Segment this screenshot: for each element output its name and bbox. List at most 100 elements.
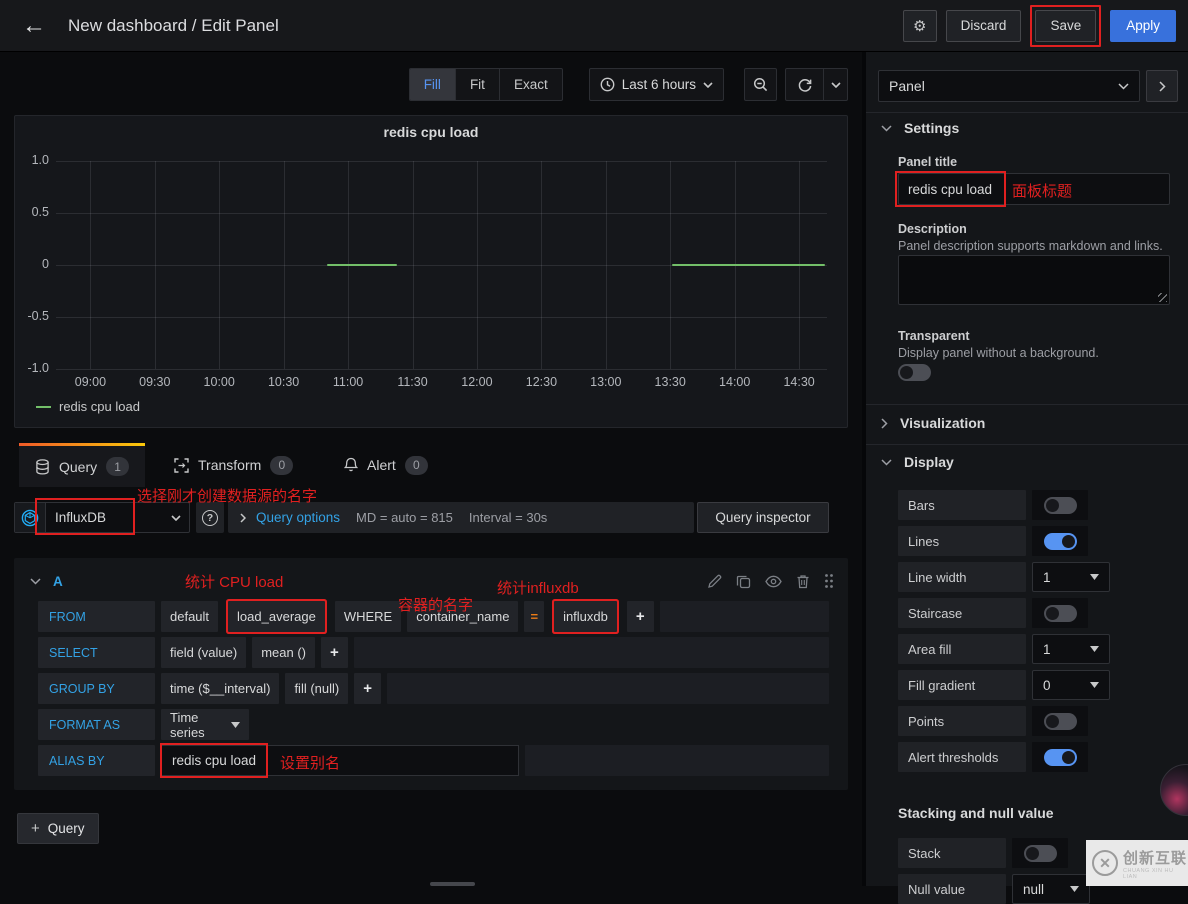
groupby-fill[interactable]: fill (null) — [285, 673, 349, 704]
chevron-down-icon — [171, 514, 181, 521]
max-data-points-info: MD = auto = 815 — [356, 510, 453, 525]
y-axis-tick: -0.5 — [27, 309, 49, 323]
groupby-time[interactable]: time ($__interval) — [161, 673, 280, 704]
lines-toggle[interactable] — [1032, 526, 1088, 556]
zoom-out-button[interactable] — [744, 68, 777, 101]
copy-icon[interactable] — [736, 574, 751, 589]
query-inspector-button[interactable]: Query inspector — [697, 502, 829, 533]
groupby-label[interactable]: GROUP BY — [38, 673, 155, 704]
from-policy[interactable]: default — [161, 601, 219, 632]
add-query-button[interactable]: + Query — [17, 813, 99, 844]
where-operator[interactable]: = — [524, 601, 545, 632]
bars-toggle[interactable] — [1032, 490, 1088, 520]
query-a-header: A — [30, 568, 834, 594]
select-label[interactable]: SELECT — [38, 637, 155, 668]
influxdb-logo-icon — [15, 503, 46, 532]
where-keyword[interactable]: WHERE — [334, 601, 402, 632]
mode-fill[interactable]: Fill — [409, 69, 456, 100]
add-query-label: Query — [47, 821, 85, 836]
annotation-cpu-hint: 统计 CPU load — [185, 574, 284, 591]
mode-exact[interactable]: Exact — [500, 69, 562, 100]
transparent-toggle[interactable] — [898, 364, 931, 381]
points-toggle[interactable] — [1032, 706, 1088, 736]
chart-legend: redis cpu load — [36, 399, 140, 414]
formatas-label[interactable]: FORMAT AS — [38, 709, 155, 740]
resize-grip-icon[interactable] — [1158, 293, 1167, 302]
x-axis-tick: 12:30 — [525, 375, 558, 389]
option-row-points: Points — [898, 706, 1170, 736]
null-value-value: null — [1023, 881, 1045, 897]
section-display-title: Display — [904, 454, 954, 470]
area-fill-select[interactable]: 1 — [1032, 634, 1110, 664]
line-width-select[interactable]: 1 — [1032, 562, 1110, 592]
from-label[interactable]: FROM — [38, 601, 155, 632]
eye-icon[interactable] — [765, 575, 782, 588]
tab-query[interactable]: Query 1 — [19, 443, 146, 487]
panel-title-value: redis cpu load — [908, 181, 993, 197]
query-ref-label[interactable]: A — [53, 574, 63, 589]
select-add-button[interactable]: + — [321, 637, 348, 668]
query-options-bar: Query options MD = auto = 815 Interval =… — [228, 502, 694, 533]
mode-fit[interactable]: Fit — [456, 69, 500, 100]
format-as-select[interactable]: Time series — [161, 709, 249, 740]
fill-gradient-select[interactable]: 0 — [1032, 670, 1110, 700]
select-field[interactable]: field (value) — [161, 637, 247, 668]
where-tag-value[interactable]: influxdb — [554, 601, 617, 632]
chevron-down-icon[interactable] — [30, 577, 41, 585]
panel-type-select[interactable]: Panel — [878, 70, 1140, 102]
drag-handle-icon[interactable] — [824, 573, 834, 589]
select-function[interactable]: mean () — [252, 637, 315, 668]
chevron-down-icon — [1118, 82, 1129, 90]
alias-input[interactable]: redis cpu load 设置别名 — [160, 743, 519, 778]
tab-alert[interactable]: Alert 0 — [328, 443, 444, 487]
section-settings[interactable]: Settings — [881, 120, 959, 136]
tab-transform[interactable]: Transform 0 — [158, 443, 309, 487]
points-label: Points — [898, 706, 1026, 736]
staircase-toggle[interactable] — [1032, 598, 1088, 628]
x-axis-tick: 10:00 — [203, 375, 235, 389]
bars-label: Bars — [898, 490, 1026, 520]
chart-title: redis cpu load — [383, 124, 479, 140]
description-textarea[interactable] — [898, 255, 1170, 305]
horizontal-scrollbar-thumb[interactable] — [430, 882, 475, 886]
refresh-button[interactable] — [786, 69, 824, 100]
apply-button[interactable]: Apply — [1110, 9, 1176, 42]
time-range-picker[interactable]: Last 6 hours — [588, 68, 724, 101]
dashboard-settings-button[interactable]: ⚙ — [902, 9, 937, 42]
from-measurement[interactable]: load_average — [228, 601, 325, 632]
trash-icon[interactable] — [796, 574, 810, 589]
time-range-label: Last 6 hours — [621, 77, 696, 92]
null-value-select[interactable]: null — [1012, 874, 1090, 904]
edit-pencil-icon[interactable] — [707, 574, 722, 589]
chart-plot[interactable]: 09:00 09:30 10:00 10:30 11:00 11:30 12:00 12:30… — [27, 153, 827, 389]
back-arrow-icon[interactable]: ← — [22, 13, 46, 38]
section-visualization[interactable]: Visualization — [881, 415, 985, 431]
datasource-name: InfluxDB — [55, 510, 107, 525]
query-options-link[interactable]: Query options — [256, 510, 340, 525]
collapse-sidebar-button[interactable] — [1146, 70, 1178, 102]
section-display[interactable]: Display — [881, 454, 954, 470]
plus-icon: + — [31, 820, 40, 837]
description-label: Description — [898, 222, 967, 236]
x-axis-tick: 14:30 — [783, 375, 815, 389]
null-value-label: Null value — [898, 874, 1006, 904]
datasource-picker[interactable]: InfluxDB — [14, 502, 190, 533]
option-row-area-fill: Area fill 1 — [898, 634, 1170, 664]
legend-series-label[interactable]: redis cpu load — [59, 399, 140, 414]
y-axis-tick: 1.0 — [31, 153, 49, 167]
magnifier-minus-icon — [753, 77, 767, 91]
chevron-right-icon[interactable] — [240, 512, 246, 523]
alert-thresholds-toggle[interactable] — [1032, 742, 1088, 772]
groupby-add-button[interactable]: + — [354, 673, 381, 704]
x-axis-tick: 09:00 — [74, 375, 107, 389]
where-add-button[interactable]: + — [626, 601, 654, 632]
chevron-down-icon — [881, 458, 892, 466]
datasource-help-button[interactable]: ? — [196, 502, 224, 533]
question-icon: ? — [202, 509, 218, 526]
discard-button[interactable]: Discard — [945, 9, 1022, 42]
stack-toggle[interactable] — [1012, 838, 1068, 868]
save-button[interactable]: Save — [1035, 9, 1097, 42]
datasource-row: InfluxDB ? Query options MD = auto = 815… — [14, 502, 829, 533]
aliasby-label[interactable]: ALIAS BY — [38, 745, 155, 776]
refresh-interval-dropdown[interactable] — [824, 69, 847, 100]
